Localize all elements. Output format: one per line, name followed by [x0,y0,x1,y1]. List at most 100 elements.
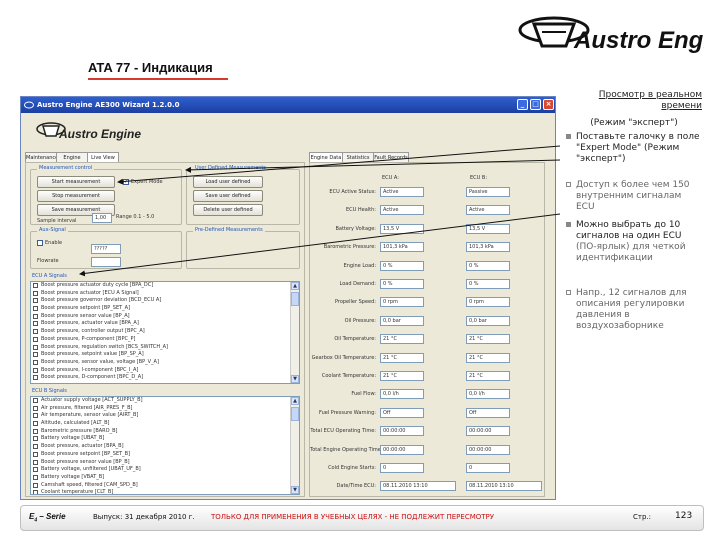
user-defined-group: User Defined Measurements Load user defi… [186,165,300,225]
live-view-panel: Measurement control Start measurement St… [25,162,305,497]
signal-name: Altitude, calculated [ALT_B] [41,420,110,427]
signal-checkbox[interactable] [33,467,38,473]
aux-enable-checkbox[interactable] [37,240,43,246]
signal-checkbox[interactable] [33,298,38,304]
signal-list-item[interactable]: Air pressure, filtered [AIR_PRES_F_B] [31,405,299,413]
signal-checkbox[interactable] [33,444,38,450]
signal-name: Camshaft speed, filtered [CAM_SPD_B] [41,481,138,488]
signal-checkbox[interactable] [33,359,38,365]
signal-list-item[interactable]: Boost pressure, actuator [BPA_B] [31,443,299,451]
engine-row-label: Gearbox Oil Temperature: [311,354,376,361]
bullet-marker [566,222,571,227]
ecu-a-value: 21 °C [380,371,424,381]
signal-list-item[interactable]: Boost pressure setpoint [BP_SET_A] [31,305,299,313]
app-logo: Austro Engine [35,119,155,143]
signal-list-item[interactable]: Boost pressure actuator duty cycle [BPA_… [31,282,299,290]
signal-checkbox[interactable] [33,344,38,350]
ecu-b-scrollbar[interactable]: ▲ ▼ [290,397,299,494]
stop-measurement-button[interactable]: Stop measurement [37,190,115,202]
expert-mode-checkbox[interactable]: ✓ [123,179,129,185]
signal-checkbox[interactable] [33,306,38,312]
close-icon[interactable]: × [543,99,554,110]
sample-interval-input[interactable]: 1,00 [92,213,112,223]
ecu-b-signal-list[interactable]: Actuator supply voltage [ACT_SUPPLY_B] Ai… [30,396,300,495]
signal-list-item[interactable]: Boost pressure actuator [ECU A Signal] [31,290,299,298]
signal-list-item[interactable]: Boost pressure, regulation switch [BCS_S… [31,344,299,352]
signal-checkbox[interactable] [33,283,38,288]
scroll-down-icon[interactable]: ▼ [291,375,299,383]
signal-checkbox[interactable] [33,436,38,442]
aux-flowrate-field[interactable] [91,257,121,267]
expert-mode-subheading: (Режим "эксперт") [590,118,678,128]
signal-list-item[interactable]: Barometric pressure [BARO_B] [31,428,299,436]
delete-user-defined-button[interactable]: Delete user defined [193,204,263,216]
signal-checkbox[interactable] [33,459,38,465]
signal-checkbox[interactable] [33,336,38,342]
signal-checkbox[interactable] [33,352,38,358]
signal-checkbox[interactable] [33,421,38,427]
start-measurement-button[interactable]: Start measurement [37,176,115,188]
signal-checkbox[interactable] [33,428,38,434]
ecu-a-value: 08.11.2010 13:10 [380,481,456,492]
signal-list-item[interactable]: Boost pressure sensor value [BP_A] [31,313,299,321]
signal-checkbox[interactable] [33,375,38,381]
signal-list-item[interactable]: Boost pressure, actuator value [BPA_A] [31,320,299,328]
signal-checkbox[interactable] [33,398,38,403]
scroll-down-icon[interactable]: ▼ [291,486,299,494]
signal-name: Boost pressure, setpoint value [BP_SP_A] [41,351,144,358]
engine-data-panel: ECU A: ECU B: ECU Active Status: Active Pa… [309,162,545,497]
signal-list-item[interactable]: Battery voltage, unfiltered [UBAT_UF_B] [31,466,299,474]
signal-name: Actuator supply voltage [ACT_SUPPLY_B] [41,397,143,403]
signal-list-item[interactable]: Actuator supply voltage [ACT_SUPPLY_B] [31,397,299,405]
signal-checkbox[interactable] [33,490,38,494]
signal-list-item[interactable]: Boost pressure, setpoint value [BP_SP_A] [31,351,299,359]
minimize-icon[interactable]: _ [517,99,528,110]
ecu-a-scrollbar[interactable]: ▲ ▼ [290,282,299,383]
signal-checkbox[interactable] [33,482,38,488]
signal-list-item[interactable]: Air temperature, sensor value [AIRT_B] [31,412,299,420]
bullet-2: Доступ к более чем 150 внутренним сигнал… [566,180,702,213]
scroll-thumb[interactable] [291,292,299,306]
ecu-b-value: 0 % [466,260,510,271]
signal-checkbox[interactable] [33,329,38,335]
signal-checkbox[interactable] [33,413,38,419]
signal-checkbox[interactable] [33,451,38,457]
signal-list-item[interactable]: Battery voltage [VBAT_B] [31,474,299,482]
bullet-3: Можно выбрать до 10 сигналов на один ECU… [566,220,702,264]
signal-list-item[interactable]: Camshaft speed, filtered [CAM_SPD_B] [31,482,299,490]
maximize-icon[interactable]: □ [530,99,541,110]
signal-list-item[interactable]: Altitude, calculated [ALT_B] [31,420,299,428]
signal-name: Boost pressure sensor value [BP_B] [41,458,130,465]
signal-list-item[interactable]: Boost pressure sensor value [BP_B] [31,459,299,467]
engine-row-label: Total Engine Operating Time: [310,446,383,453]
signal-checkbox[interactable] [33,290,38,296]
ecu-b-header: ECU B: [470,175,488,181]
signal-list-item[interactable]: Boost pressure, controller output [BPC_A… [31,328,299,336]
ecu-a-signal-list[interactable]: Boost pressure actuator duty cycle [BPA_… [30,281,300,384]
load-user-defined-button[interactable]: Load user defined [193,176,263,188]
scroll-thumb[interactable] [291,407,299,421]
predefined-group: Pre-Defined Measurements [186,227,300,269]
signal-list-item[interactable]: Boost pressure governor deviation [BCD_E… [31,297,299,305]
signal-checkbox[interactable] [33,321,38,327]
signal-name: Battery voltage, unfiltered [UBAT_UF_B] [41,466,141,473]
signal-list-item[interactable]: Boost pressure, I-component [BPC_I_A] [31,367,299,375]
signal-checkbox[interactable] [33,367,38,373]
ecu-a-value: 21 °C [380,352,424,363]
signal-checkbox[interactable] [33,474,38,480]
signal-list-item[interactable]: Battery voltage [UBAT_B] [31,435,299,443]
signal-list-item[interactable]: Boost pressure, sensor value, voltage [B… [31,359,299,367]
signal-list-item[interactable]: Boost pressure setpoint [BP_SET_B] [31,451,299,459]
signal-list-item[interactable]: Boost pressure, P-component [BPC_P] [31,336,299,344]
scroll-up-icon[interactable]: ▲ [291,282,299,290]
logo-text: Austro Engine [573,27,704,54]
engine-row-label: Fuel Flow: [351,391,376,398]
signal-checkbox[interactable] [33,405,38,411]
signal-list-item[interactable]: Coolant temperature [CLT_B] [31,489,299,494]
scroll-up-icon[interactable]: ▲ [291,397,299,405]
signal-checkbox[interactable] [33,313,38,319]
aux-value-field[interactable]: ????? [91,244,121,254]
wizard-window: Austro Engine AE300 Wizard 1.2.0.0 _ □ ×… [20,96,556,500]
save-user-defined-button[interactable]: Save user defined [193,190,263,202]
signal-list-item[interactable]: Boost pressure, D-component [BPC_D_A] [31,374,299,382]
